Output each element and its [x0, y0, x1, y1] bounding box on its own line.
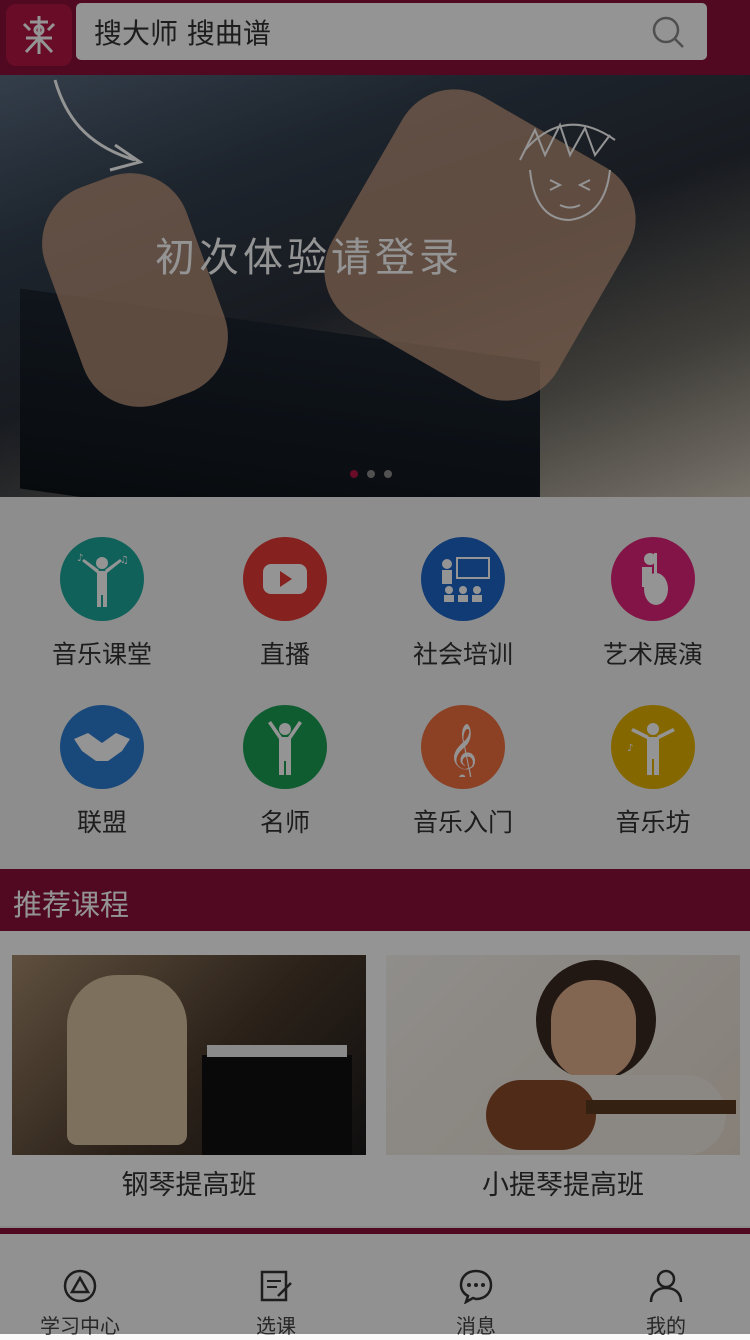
category-music-workshop[interactable]: ♪ 音乐坊 [560, 705, 746, 839]
category-art-show[interactable]: 艺术展演 [560, 537, 746, 671]
search-icon[interactable] [651, 15, 685, 49]
carousel-dots [350, 470, 392, 478]
course-image [12, 955, 366, 1155]
music-class-icon: ♪ ♫ [60, 537, 144, 621]
logo-glyph-icon [22, 16, 56, 54]
course-title: 小提琴提高班 [482, 1170, 644, 1201]
section-title: 推荐课程 [13, 888, 130, 922]
conductor-icon [243, 705, 327, 789]
select-course-icon [260, 1270, 292, 1302]
category-label: 联盟 [76, 808, 127, 837]
search-placeholder: 搜大师 搜曲谱 [94, 16, 271, 50]
recommended-section-header: 推荐课程 [0, 869, 750, 931]
promo-banner[interactable]: 初次体验请登录 [0, 75, 750, 497]
handshake-icon [60, 705, 144, 789]
tab-label: 选课 [256, 1314, 296, 1338]
login-prompt-text: 初次体验请登录 [155, 235, 463, 281]
course-card[interactable]: 小提琴提高班 [386, 955, 740, 1202]
category-music-class[interactable]: ♪ ♫ 音乐课堂 [9, 537, 195, 671]
course-card[interactable]: 钢琴提高班 [12, 955, 366, 1202]
svg-text:♪: ♪ [627, 743, 633, 754]
category-grid: ♪ ♫ 音乐课堂 直播 社会培训 艺术展演 联盟 名师 𝄞 音乐入门 ♪ 音乐坊 [0, 497, 750, 869]
app-logo[interactable] [6, 4, 72, 66]
treble-clef-icon: 𝄞 [421, 705, 505, 789]
cello-icon [611, 537, 695, 621]
category-label: 音乐入门 [412, 808, 513, 837]
tab-messages[interactable]: 消息 [416, 1268, 536, 1339]
live-play-icon [243, 537, 327, 621]
tab-label: 我的 [646, 1314, 686, 1338]
bottom-tab-bar: 学习中心 选课 消息 我的 [0, 1228, 750, 1340]
arrow-icon [53, 79, 144, 172]
category-label: 名师 [259, 808, 310, 837]
category-live[interactable]: 直播 [192, 537, 378, 671]
category-label: 音乐坊 [615, 808, 691, 837]
course-title: 钢琴提高班 [121, 1170, 257, 1201]
user-icon [649, 1269, 683, 1303]
search-input[interactable]: 搜大师 搜曲谱 [76, 3, 707, 60]
category-label: 音乐课堂 [51, 640, 152, 669]
tab-label: 消息 [456, 1314, 496, 1338]
tab-study-center[interactable]: 学习中心 [20, 1268, 140, 1339]
tab-profile[interactable]: 我的 [606, 1268, 726, 1339]
category-label: 艺术展演 [602, 640, 703, 669]
study-center-icon [63, 1269, 97, 1303]
top-header: 搜大师 搜曲谱 [0, 0, 750, 75]
category-training[interactable]: 社会培训 [370, 537, 556, 671]
tab-label: 学习中心 [40, 1314, 120, 1338]
category-label: 社会培训 [412, 640, 513, 669]
singer-icon: ♪ [611, 705, 695, 789]
message-icon [459, 1269, 493, 1305]
doodle-face-icon [519, 122, 616, 222]
category-label: 直播 [259, 640, 310, 669]
carousel-dot[interactable] [350, 470, 358, 478]
training-icon [421, 537, 505, 621]
category-famous-teacher[interactable]: 名师 [192, 705, 378, 839]
svg-text:𝄞: 𝄞 [448, 723, 478, 777]
svg-text:♫: ♫ [120, 555, 129, 566]
carousel-dot[interactable] [384, 470, 392, 478]
category-music-intro[interactable]: 𝄞 音乐入门 [370, 705, 556, 839]
carousel-dot[interactable] [367, 470, 375, 478]
course-list: 钢琴提高班 小提琴提高班 [0, 931, 750, 1226]
category-alliance[interactable]: 联盟 [9, 705, 195, 839]
tab-select-course[interactable]: 选课 [216, 1268, 336, 1339]
svg-text:♪: ♪ [77, 553, 83, 564]
course-image [386, 955, 740, 1155]
